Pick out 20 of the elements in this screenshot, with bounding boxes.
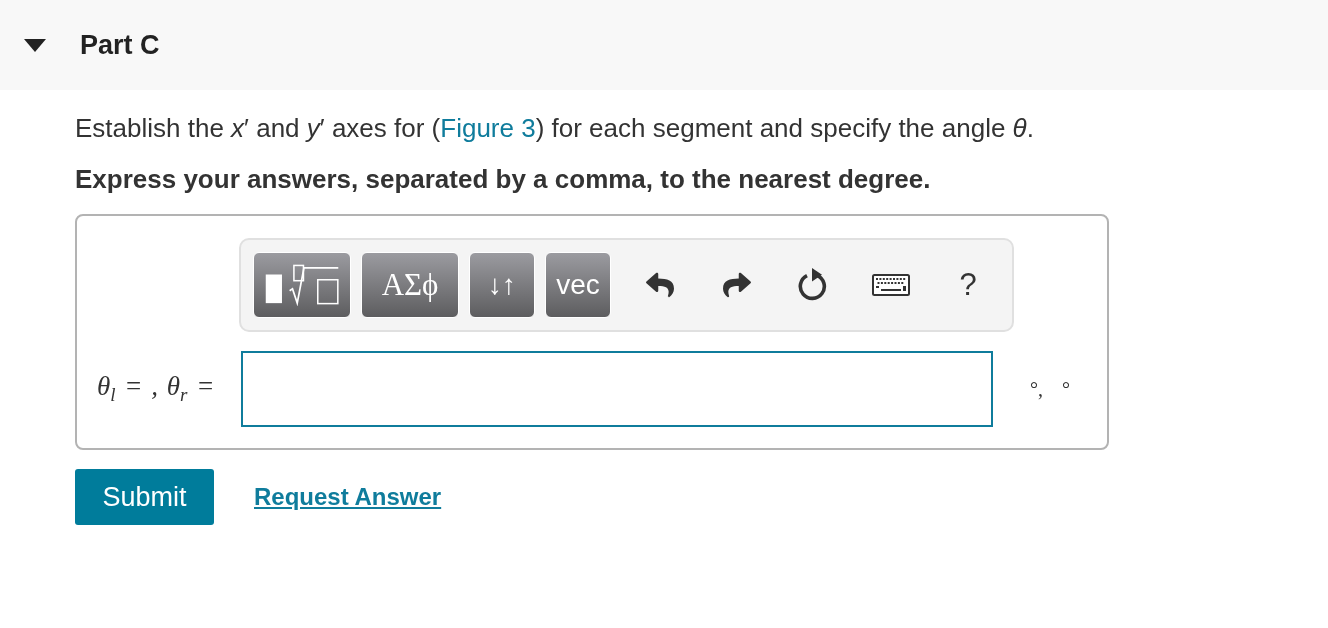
greek-symbols-button[interactable]: ΑΣϕ — [361, 252, 459, 318]
request-answer-link[interactable]: Request Answer — [254, 483, 442, 511]
question-text: Establish the x′ and y′ axes for (Figure 3) for each segment and specify the angle θ. — [75, 112, 1035, 144]
undo-icon — [646, 271, 674, 299]
part-header[interactable]: Part C — [0, 0, 1328, 90]
figure-link[interactable]: Figure 3 — [440, 113, 536, 143]
help-button[interactable]: ? — [940, 252, 996, 318]
part-title: Part C — [80, 29, 160, 61]
arrows-button[interactable]: ↓↑ — [469, 252, 535, 318]
instruction-text: Express your answers, separated by a comma, to the nearest degree. — [75, 164, 932, 194]
keyboard-icon — [872, 274, 910, 296]
caret-down-icon[interactable] — [24, 38, 46, 52]
templates-button[interactable] — [253, 252, 351, 318]
vector-button[interactable]: vec — [545, 252, 611, 318]
submit-button[interactable]: Submit — [75, 469, 214, 525]
answer-label: θ$_{l}$ = , θ$_{r}$ = — [97, 371, 215, 407]
answer-input[interactable] — [241, 351, 993, 427]
degree-units: °, ° — [1030, 377, 1070, 401]
redo-icon — [723, 271, 751, 299]
root-template-icon — [263, 264, 341, 306]
